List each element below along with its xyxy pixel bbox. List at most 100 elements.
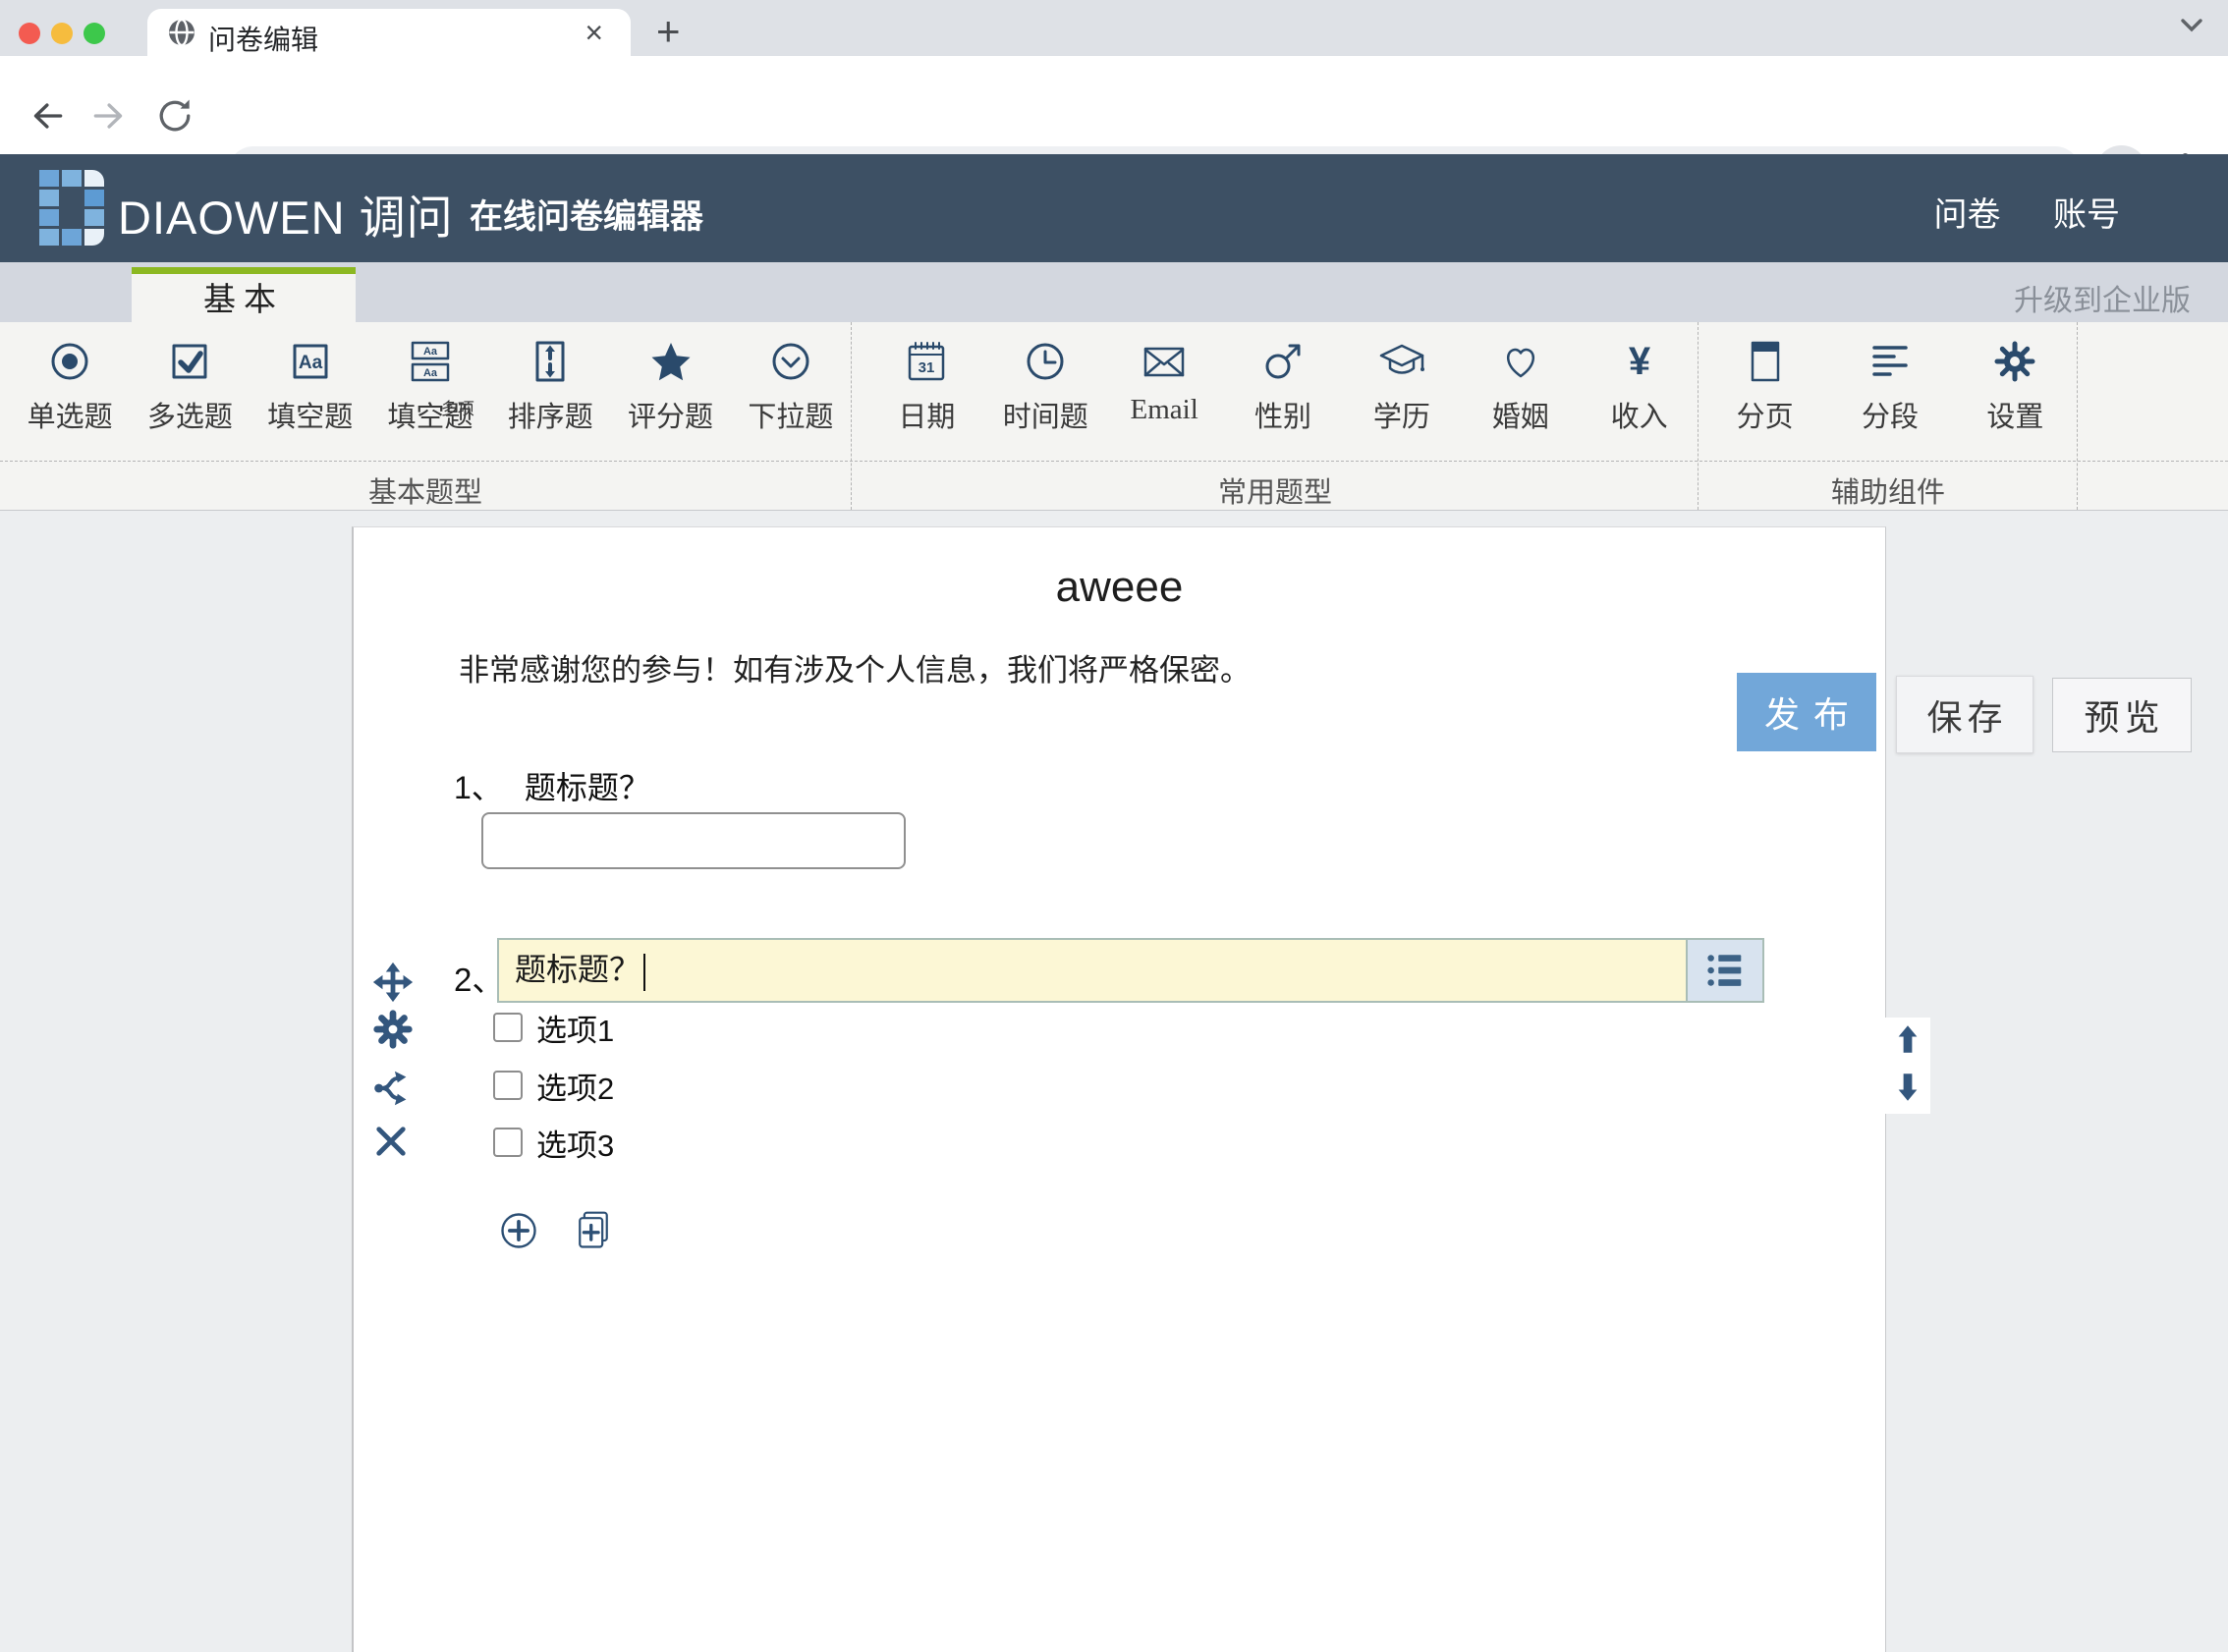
question-1-title[interactable]: 1、题标题？ xyxy=(454,763,650,808)
tool-rating[interactable]: 评分题 xyxy=(610,338,730,435)
preview-button[interactable]: 预览 xyxy=(2052,678,2192,752)
option-list-button[interactable] xyxy=(1686,940,1762,1001)
window-close-light[interactable] xyxy=(19,23,40,44)
circle-plus-icon xyxy=(497,1209,540,1252)
tool-sort[interactable]: 排序题 xyxy=(490,338,610,435)
globe-favicon-icon xyxy=(167,18,196,52)
logic-branch-icon[interactable] xyxy=(370,1066,416,1116)
tool-multi-fill-blank[interactable]: AaAa 多项 填空题 xyxy=(370,338,490,435)
tool-time[interactable]: 时间题 xyxy=(986,338,1105,435)
radio-icon xyxy=(46,338,93,385)
survey-description[interactable]: 非常感谢您的参与！如有涉及个人信息，我们将严格保密。 xyxy=(459,645,1251,689)
survey-canvas: aweee 非常感谢您的参与！如有涉及个人信息，我们将严格保密。 1、题标题？ … xyxy=(352,526,1886,1652)
group-label: 基本题型 xyxy=(0,469,851,511)
bullet-list-icon xyxy=(1702,948,1748,993)
add-option-button[interactable] xyxy=(497,1209,540,1257)
star-icon xyxy=(647,338,695,385)
new-tab-button[interactable]: + xyxy=(656,8,681,55)
option-checkbox[interactable] xyxy=(493,1128,523,1157)
sort-icon xyxy=(527,338,574,385)
browser-tabstrip: 问卷编辑 × + xyxy=(0,0,2228,56)
tool-gender[interactable]: 性别 xyxy=(1224,338,1343,435)
calendar-icon: 31 xyxy=(903,338,950,385)
publish-button[interactable]: 发布 xyxy=(1737,673,1876,751)
tool-single-choice[interactable]: 单选题 xyxy=(10,338,130,435)
browser-toolbar: localhost:8083/static/diaowen/design.htm… xyxy=(0,56,2228,154)
yen-icon: ¥ xyxy=(1616,338,1663,385)
tab-search-chevron-icon[interactable] xyxy=(2177,16,2206,42)
group-label: 常用题型 xyxy=(852,469,1699,511)
tool-dropdown[interactable]: 下拉题 xyxy=(731,338,851,435)
back-button[interactable] xyxy=(25,94,68,142)
option-checkbox[interactable] xyxy=(493,1013,523,1042)
svg-text:Aa: Aa xyxy=(423,367,438,379)
tool-income[interactable]: ¥ 收入 xyxy=(1580,338,1699,435)
email-icon xyxy=(1141,338,1188,385)
group-aux-components: 分页 分段 设置 辅助组件 xyxy=(1698,322,2078,510)
option-checkbox[interactable] xyxy=(493,1071,523,1100)
settings-icon xyxy=(1991,338,2038,385)
reload-button[interactable] xyxy=(153,94,196,142)
window-minimize-light[interactable] xyxy=(51,23,73,44)
tool-segment[interactable]: 分段 xyxy=(1827,338,1952,435)
screen: 问卷编辑 × + localhost:8083/static/diaowen/d… xyxy=(0,0,2228,1652)
tool-date[interactable]: 31 日期 xyxy=(867,338,986,435)
option-label: 选项3 xyxy=(536,1121,614,1165)
option-label: 选项2 xyxy=(536,1064,614,1108)
text-caret xyxy=(643,954,645,991)
question-reorder-panel xyxy=(1885,1018,1930,1114)
svg-text:Aa: Aa xyxy=(423,346,438,358)
brand-title: DIAOWEN 调问 xyxy=(118,180,454,248)
question-settings-gear-icon[interactable] xyxy=(370,1007,416,1057)
tool-email[interactable]: Email xyxy=(1105,338,1224,435)
delete-question-icon[interactable] xyxy=(370,1121,412,1167)
tool-fill-blank[interactable]: Aa 填空题 xyxy=(251,338,370,435)
page-title: 在线问卷编辑器 xyxy=(470,190,703,238)
dropdown-icon xyxy=(767,338,814,385)
gender-icon xyxy=(1259,338,1307,385)
tab-title: 问卷编辑 xyxy=(208,19,318,58)
question-title-input[interactable]: 题标题？ xyxy=(499,940,1686,1001)
upgrade-link[interactable]: 升级到企业版 xyxy=(2014,276,2191,319)
survey-title[interactable]: aweee xyxy=(354,563,1885,612)
move-down-button[interactable] xyxy=(1893,1070,1922,1110)
move-handle-icon[interactable] xyxy=(370,960,416,1010)
checkbox-icon xyxy=(166,338,213,385)
clock-icon xyxy=(1022,338,1069,385)
save-button[interactable]: 保存 xyxy=(1896,676,2033,753)
group-label: 辅助组件 xyxy=(1699,469,2078,511)
tab-close-icon[interactable]: × xyxy=(585,15,603,51)
option-row: 选项1 xyxy=(493,1011,614,1044)
header-nav: 问卷 账号 xyxy=(1891,188,2120,236)
question-type-ribbon: 单选题 多选题 Aa 填空题 AaAa 多项 填空题 排序题 xyxy=(0,322,2228,511)
tool-education[interactable]: 学历 xyxy=(1342,338,1461,435)
option-row: 选项3 xyxy=(493,1126,614,1159)
svg-text:¥: ¥ xyxy=(1628,340,1650,383)
tool-multi-choice[interactable]: 多选题 xyxy=(130,338,250,435)
copy-plus-icon xyxy=(572,1209,615,1252)
move-up-button[interactable] xyxy=(1893,1021,1922,1062)
question-1-text-input[interactable] xyxy=(481,812,906,869)
nav-survey[interactable]: 问卷 xyxy=(1934,196,2001,234)
tool-page-break[interactable]: 分页 xyxy=(1702,338,1827,435)
group-basic-types: 单选题 多选题 Aa 填空题 AaAa 多项 填空题 排序题 xyxy=(0,322,851,510)
education-icon xyxy=(1378,338,1425,385)
text-input-icon: Aa xyxy=(287,338,334,385)
question-number: 1、 xyxy=(454,770,503,805)
svg-text:Aa: Aa xyxy=(299,353,323,373)
multi-text-input-icon: Aa Aa xyxy=(407,338,454,385)
tool-marriage[interactable]: 婚姻 xyxy=(1461,338,1580,435)
diaowen-logo xyxy=(39,170,108,247)
option-label: 选项1 xyxy=(536,1006,614,1050)
forward-button[interactable] xyxy=(88,94,132,142)
window-zoom-light[interactable] xyxy=(84,23,105,44)
nav-account[interactable]: 账号 xyxy=(2053,196,2120,234)
question-2-title-editor: 题标题？ xyxy=(497,938,1764,1003)
tab-basic[interactable]: 基本 xyxy=(132,267,356,329)
tool-settings[interactable]: 设置 xyxy=(1953,338,2078,435)
browser-tab[interactable]: 问卷编辑 × xyxy=(147,9,631,56)
option-row: 选项2 xyxy=(493,1069,614,1102)
svg-text:31: 31 xyxy=(919,359,935,376)
batch-add-option-button[interactable] xyxy=(572,1209,615,1257)
page-break-icon xyxy=(1742,338,1789,385)
